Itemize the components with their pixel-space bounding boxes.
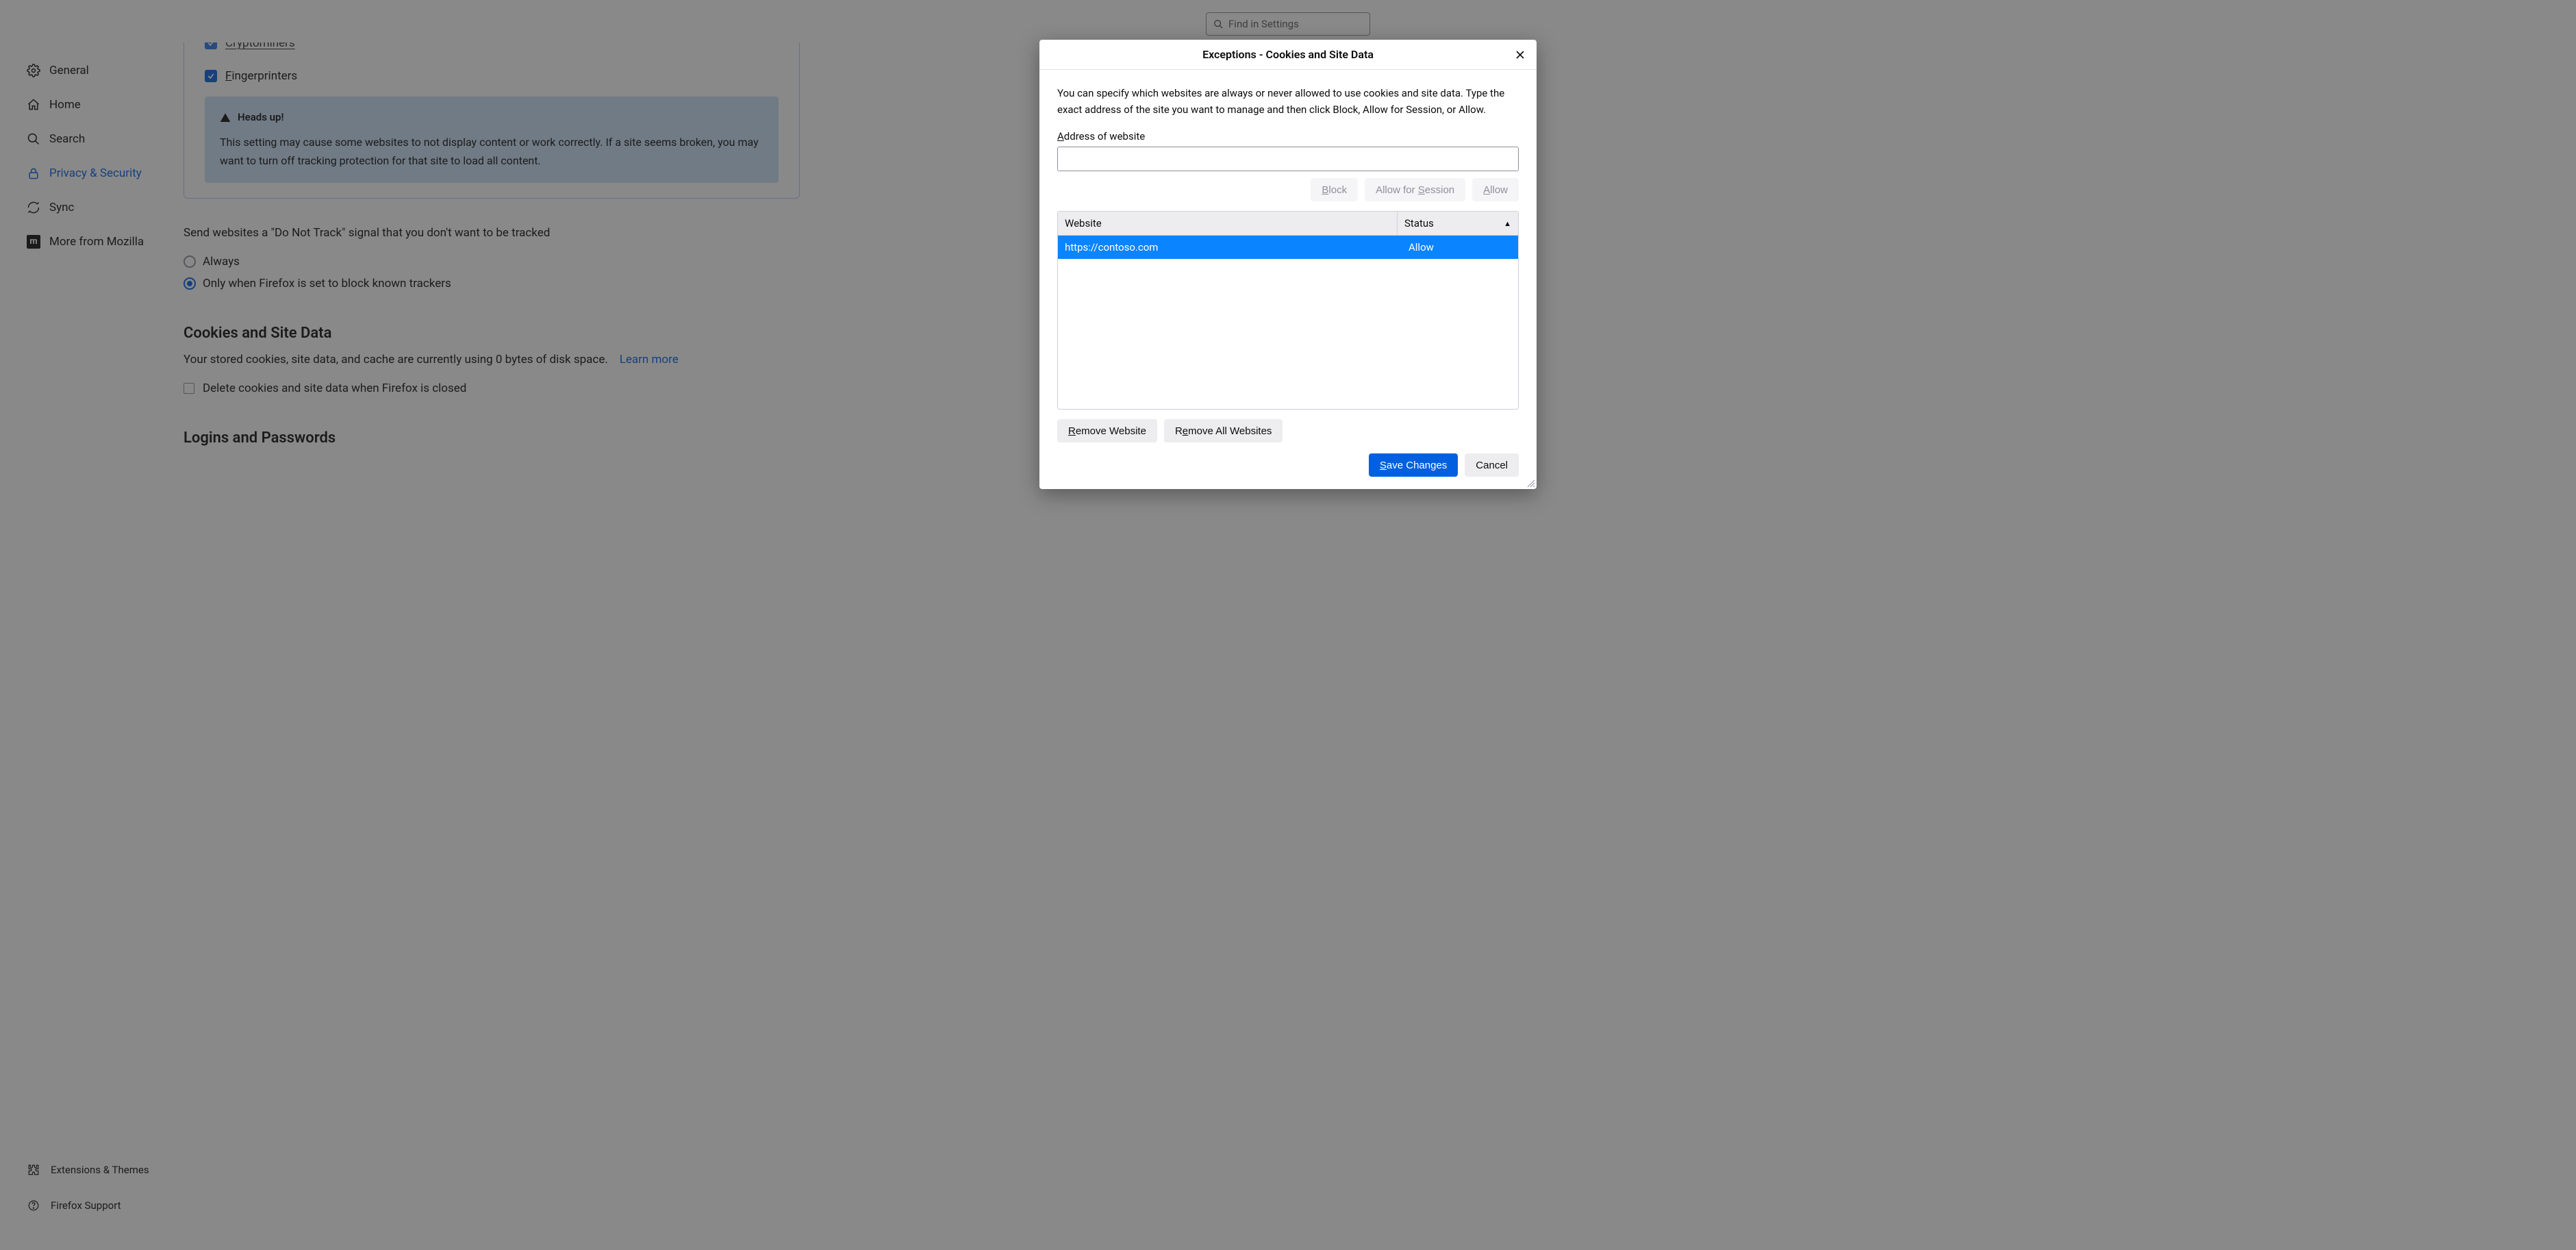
address-label: Address of website: [1057, 130, 1519, 142]
block-button[interactable]: Block: [1311, 178, 1358, 201]
close-icon: [1515, 49, 1526, 60]
column-status[interactable]: Status ▲: [1398, 212, 1518, 235]
cell-status: Allow: [1398, 236, 1518, 259]
resize-grip-icon[interactable]: [1526, 478, 1535, 488]
address-input[interactable]: [1057, 147, 1519, 171]
modal-overlay: Exceptions - Cookies and Site Data You c…: [0, 0, 2576, 1250]
sort-ascending-icon: ▲: [1504, 219, 1511, 228]
remove-all-websites-button[interactable]: Remove All Websites: [1164, 419, 1283, 442]
save-changes-button[interactable]: Save Changes: [1369, 453, 1458, 477]
remove-website-button[interactable]: Remove Website: [1057, 419, 1157, 442]
allow-button[interactable]: Allow: [1472, 178, 1519, 201]
exceptions-dialog: Exceptions - Cookies and Site Data You c…: [1039, 40, 1537, 489]
dialog-description: You can specify which websites are alway…: [1057, 85, 1519, 118]
cell-website: https://contoso.com: [1058, 236, 1398, 259]
close-button[interactable]: [1511, 45, 1530, 64]
allow-session-button[interactable]: Allow for Session: [1365, 178, 1465, 201]
cancel-button[interactable]: Cancel: [1465, 453, 1519, 477]
app-root: Find in Settings General Home: [0, 0, 2576, 1250]
column-website[interactable]: Website: [1058, 212, 1398, 235]
dialog-title: Exceptions - Cookies and Site Data: [1039, 40, 1537, 70]
exceptions-table: Website Status ▲ https://contoso.comAllo…: [1057, 211, 1519, 410]
table-row[interactable]: https://contoso.comAllow: [1058, 236, 1518, 259]
